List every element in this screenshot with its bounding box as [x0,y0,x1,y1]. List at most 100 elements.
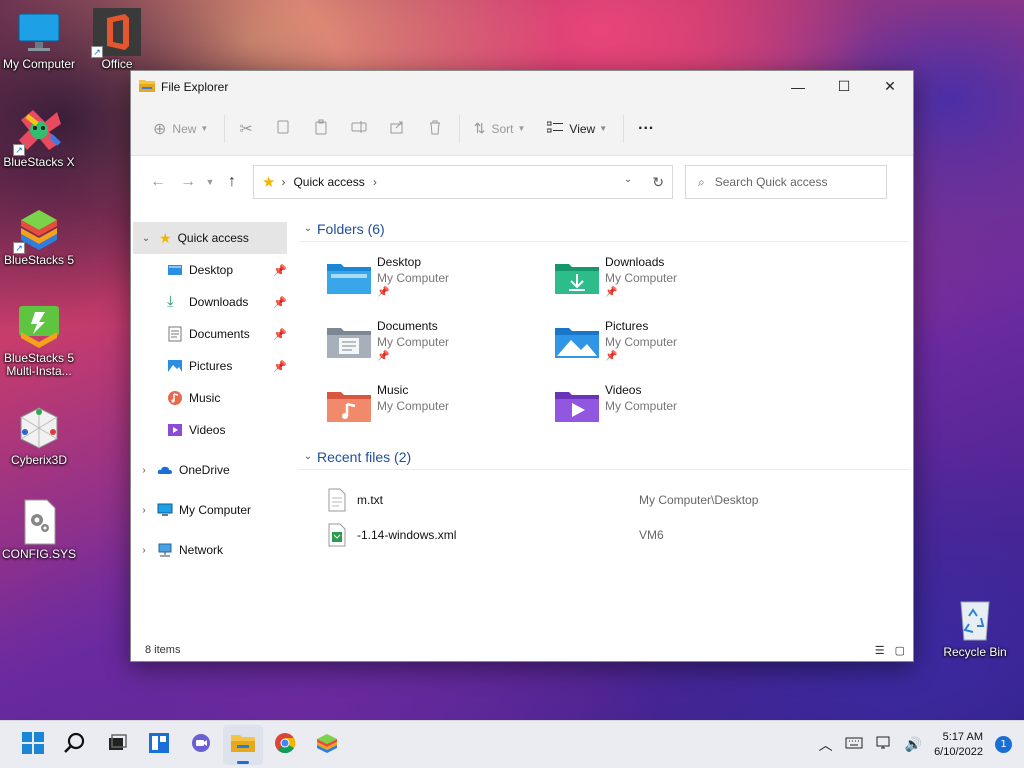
bluestacks-taskbar-button[interactable] [307,725,347,765]
delete-button[interactable] [421,113,449,145]
folder-app-icon [139,78,155,95]
system-tray: ︿ 🔊 5:17 AM 6/10/2022 1 [819,730,1024,760]
new-button[interactable]: ⊕ New ▼ [147,113,214,145]
keyboard-icon[interactable] [845,736,863,754]
start-button[interactable] [13,725,53,765]
folders-grid: Desktop My Computer 📌 Downloads My Compu… [299,242,913,434]
widgets-button[interactable] [139,725,179,765]
folder-location: My Computer [377,335,450,349]
nav-item-label: Documents [189,327,250,341]
folder-name: Desktop [377,255,422,269]
search-box[interactable]: ⌕ Search Quick access [685,165,887,199]
command-bar: ⊕ New ▼ ✂ ⇅ Sort ▼ View ▼ ··· [131,102,913,156]
chrome-button[interactable] [265,725,305,765]
desktop-icon-bluestacks-multi[interactable]: BlueStacks 5 Multi-Insta... [0,302,81,378]
recent-locations-button[interactable]: ▼ [203,167,217,197]
folder-location: My Computer [605,399,678,413]
nav-item-network[interactable]: › Network [131,534,293,566]
folder-tile-music[interactable]: Music My Computer [327,382,555,434]
maximize-button[interactable]: ☐ [821,71,867,102]
desktop-icon-recycle-bin[interactable]: Recycle Bin [933,596,1017,659]
details-view-icon[interactable]: ☰ [875,644,885,657]
pin-icon: 📌 [605,287,618,298]
task-view-button[interactable] [97,725,137,765]
desktop-icon-cyberix3d[interactable]: Cyberix3D [0,404,81,467]
show-hidden-icons-chevron-icon[interactable]: ︿ [819,735,833,755]
notification-badge[interactable]: 1 [995,736,1012,753]
up-button[interactable]: ↑ [217,167,247,197]
rename-button[interactable] [345,113,373,145]
videos-folder-icon [555,388,599,424]
video-icon [167,422,183,438]
nav-item-onedrive[interactable]: › OneDrive [131,454,293,486]
folder-name: Pictures [605,319,649,333]
address-history-chevron-icon[interactable]: ⌄ [624,174,632,191]
desktop-folder-icon [167,262,183,278]
nav-item-quick-access[interactable]: ⌄ ★ Quick access [133,222,287,254]
folder-tile-documents[interactable]: Documents My Computer 📌 [327,318,555,370]
nav-item-music[interactable]: Music [131,382,293,414]
minimize-button[interactable]: — [775,71,821,102]
desktop-icon-office[interactable]: ↗ Office [75,8,159,71]
pin-icon: 📌 [273,264,287,277]
shortcut-arrow-icon: ↗ [13,242,25,254]
view-button[interactable]: View ▼ [541,113,613,145]
refresh-icon[interactable]: ↻ [652,174,664,191]
chevron-right-icon[interactable]: › [131,465,157,476]
file-explorer-taskbar-button[interactable] [223,724,263,765]
back-button[interactable]: ← [143,167,173,197]
network-status-icon[interactable] [875,735,893,755]
cut-button[interactable]: ✂ [233,113,258,145]
nav-item-documents[interactable]: Documents 📌 [131,318,293,350]
nav-item-pictures[interactable]: Pictures 📌 [131,350,293,382]
clock[interactable]: 5:17 AM 6/10/2022 [934,730,983,760]
address-bar[interactable]: ★ › Quick access › ⌄ ↻ [253,165,673,199]
nav-item-downloads[interactable]: ⤓ Downloads 📌 [131,286,293,318]
text-file-icon [327,488,347,512]
desktop-icon-bluestacks-x[interactable]: ↗ BlueStacks X [0,106,81,169]
paste-button[interactable] [307,113,335,145]
explorer-body: ⌄ ★ Quick access Desktop 📌 ⤓ Downloads 📌… [131,208,913,639]
copy-button[interactable] [269,113,297,145]
chevron-right-icon[interactable]: › [131,545,157,556]
navigation-pane: ⌄ ★ Quick access Desktop 📌 ⤓ Downloads 📌… [131,208,293,639]
search-taskbar-button[interactable] [55,725,95,765]
file-row[interactable]: m.txt My Computer\Desktop [327,482,913,517]
sort-label: Sort [491,121,514,136]
volume-icon[interactable]: 🔊 [905,737,922,753]
sort-icon: ⇅ [473,120,486,136]
nav-item-my-computer[interactable]: › My Computer [131,494,293,526]
folder-location: My Computer [605,335,678,349]
recent-files-section-header[interactable]: ⌄ Recent files (2) [299,444,909,470]
clock-date: 6/10/2022 [934,745,983,758]
breadcrumb-quick-access[interactable]: Quick access [293,175,364,189]
nav-item-label: OneDrive [179,463,230,477]
folder-tile-pictures[interactable]: Pictures My Computer 📌 [555,318,783,370]
share-button[interactable] [383,113,411,145]
recycle-bin-icon [951,596,999,644]
folder-tile-videos[interactable]: Videos My Computer [555,382,783,434]
tiles-view-icon[interactable]: ▢ [895,644,905,657]
chevron-down-icon: ⌄ [303,451,313,462]
sort-button[interactable]: ⇅ Sort ▼ [468,113,532,145]
folder-tile-desktop[interactable]: Desktop My Computer 📌 [327,254,555,306]
nav-item-label: Network [179,543,224,557]
teams-chat-button[interactable] [181,725,221,765]
more-options-button[interactable]: ··· [632,113,660,145]
desktop-icon-config-sys[interactable]: CONFIG.SYS [0,498,81,561]
address-row: ← → ▼ ↑ ★ › Quick access › ⌄ ↻ ⌕ Search … [131,156,913,208]
chevron-down-icon[interactable]: ⌄ [133,233,159,244]
chevron-right-icon[interactable]: › [131,505,157,516]
desktop-icon-bluestacks-5[interactable]: ↗ BlueStacks 5 [0,204,81,267]
file-row[interactable]: -1.14-windows.xml VM6 [327,517,913,552]
close-button[interactable]: ✕ [867,71,913,102]
desktop-icon-my-computer[interactable]: My Computer [0,8,81,71]
forward-button[interactable]: → [173,167,203,197]
nav-item-desktop[interactable]: Desktop 📌 [131,254,293,286]
title-bar[interactable]: File Explorer — ☐ ✕ [131,71,913,102]
arrow-left-icon: ← [150,173,166,190]
status-bar: 8 items ☰ ▢ [131,639,913,661]
nav-item-videos[interactable]: Videos [131,414,293,446]
folders-section-header[interactable]: ⌄ Folders (6) [299,216,909,242]
folder-tile-downloads[interactable]: Downloads My Computer 📌 [555,254,783,306]
